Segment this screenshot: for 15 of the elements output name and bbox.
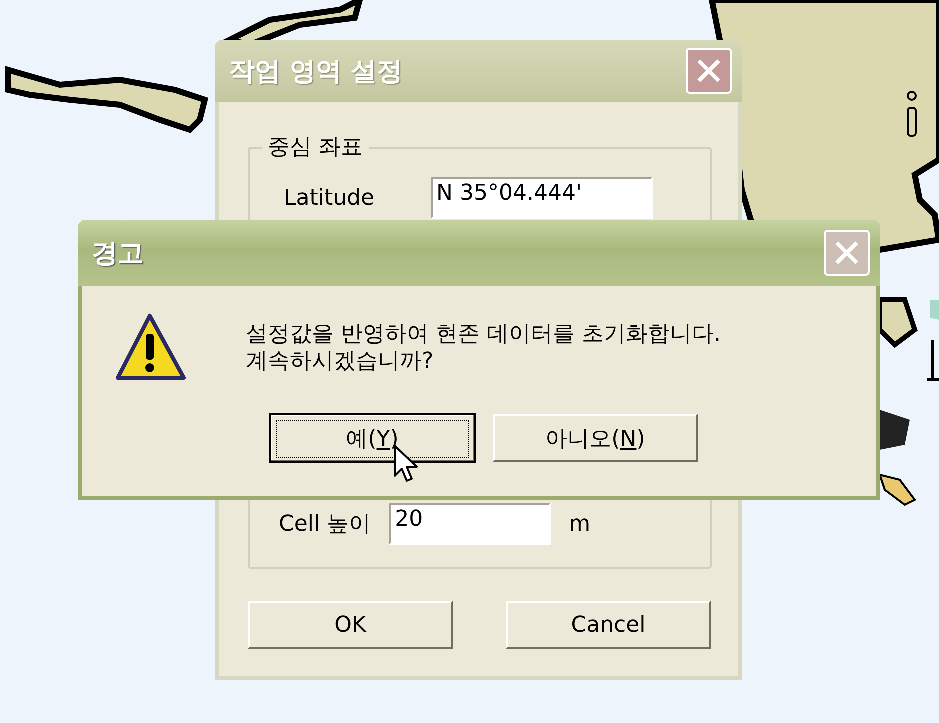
window-title: 작업 영역 설정 <box>229 56 404 88</box>
close-button[interactable] <box>686 48 732 94</box>
latitude-label: Latitude <box>284 186 375 210</box>
latitude-field[interactable]: N 35°04.444' <box>430 177 653 219</box>
cell-height-field[interactable]: 20 <box>389 503 552 545</box>
unit-label: m <box>569 512 591 536</box>
alert-message: 설정값을 반영하여 현존 데이터를 초기화합니다. 계속하시겠습니까? <box>246 321 721 375</box>
close-button[interactable] <box>824 230 870 276</box>
close-icon <box>695 57 723 85</box>
no-button[interactable]: 아니오(N) <box>493 414 698 462</box>
cancel-button[interactable]: Cancel <box>506 601 711 649</box>
cell-height-label: Cell 높이 <box>279 511 372 539</box>
ok-button[interactable]: OK <box>248 601 453 649</box>
window-title: 경고 <box>92 238 144 270</box>
close-icon <box>833 239 861 267</box>
